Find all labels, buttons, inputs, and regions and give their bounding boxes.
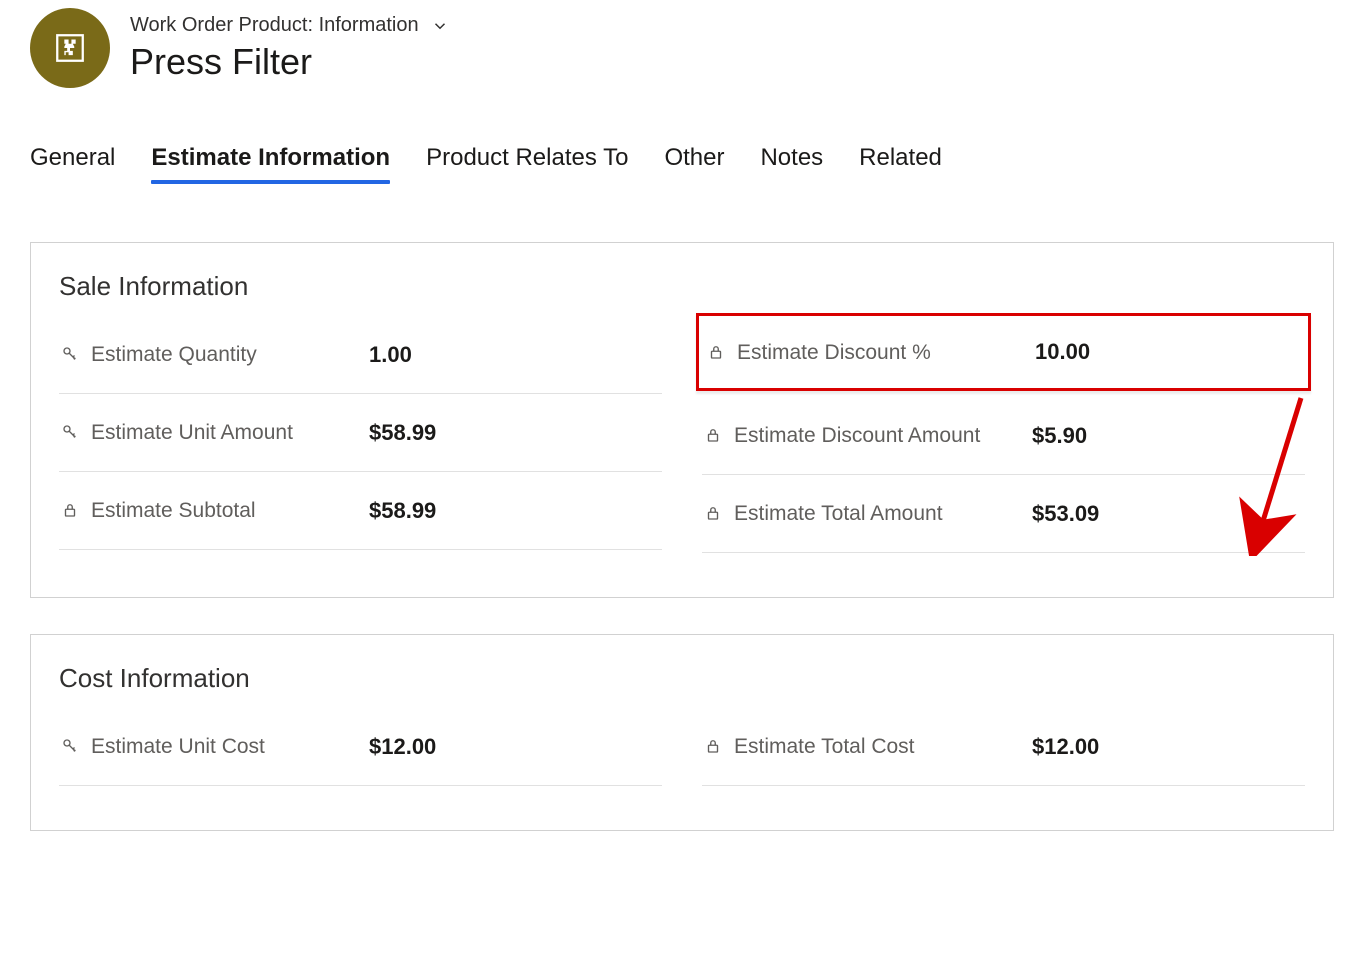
form-tabs: General Estimate Information Product Rel… (30, 144, 1334, 182)
field-estimate-discount-percent: Estimate Discount % 10.00 (696, 313, 1311, 391)
section-sale-information: Sale Information Estimate Quantity 1.00 (30, 242, 1334, 598)
chevron-down-icon[interactable] (431, 17, 449, 35)
field-label: Estimate Quantity (91, 341, 257, 369)
field-estimate-total-cost: Estimate Total Cost $12.00 (702, 708, 1305, 786)
entity-icon (30, 8, 110, 88)
tab-product-relates-to[interactable]: Product Relates To (426, 144, 628, 182)
tab-related[interactable]: Related (859, 144, 942, 182)
field-value: 10.00 (1025, 339, 1090, 365)
tab-general[interactable]: General (30, 144, 115, 182)
field-label: Estimate Discount Amount (734, 422, 980, 450)
field-label: Estimate Unit Amount (91, 419, 293, 447)
field-estimate-subtotal: Estimate Subtotal $58.99 (59, 472, 662, 550)
field-value: $58.99 (359, 420, 436, 446)
field-label: Estimate Unit Cost (91, 733, 265, 761)
field-estimate-quantity[interactable]: Estimate Quantity 1.00 (59, 316, 662, 394)
field-estimate-total-amount: Estimate Total Amount $53.09 (702, 475, 1305, 553)
section-title: Cost Information (59, 663, 1305, 694)
field-value: $12.00 (1022, 734, 1099, 760)
lock-icon (702, 733, 724, 755)
section-title: Sale Information (59, 271, 1305, 302)
lock-icon (59, 497, 81, 519)
tab-estimate-information[interactable]: Estimate Information (151, 144, 390, 182)
field-label: Estimate Discount % (737, 339, 931, 367)
form-selector-label[interactable]: Work Order Product: Information (130, 14, 419, 37)
field-value: $12.00 (359, 734, 436, 760)
tab-other[interactable]: Other (664, 144, 724, 182)
lock-icon (702, 500, 724, 522)
field-label: Estimate Total Amount (734, 500, 943, 528)
record-header: Work Order Product: Information Press Fi… (30, 0, 1334, 88)
field-estimate-unit-cost[interactable]: Estimate Unit Cost $12.00 (59, 708, 662, 786)
field-label: Estimate Total Cost (734, 733, 915, 761)
key-icon (59, 341, 81, 363)
tab-notes[interactable]: Notes (760, 144, 823, 182)
field-value: $58.99 (359, 498, 436, 524)
section-cost-information: Cost Information Estimate Unit Cost $12.… (30, 634, 1334, 831)
field-estimate-unit-amount[interactable]: Estimate Unit Amount $58.99 (59, 394, 662, 472)
lock-icon (702, 422, 724, 444)
field-value: $53.09 (1022, 501, 1099, 527)
lock-icon (705, 339, 727, 361)
record-title: Press Filter (130, 41, 449, 83)
field-estimate-discount-amount: Estimate Discount Amount $5.90 (702, 397, 1305, 475)
key-icon (59, 419, 81, 441)
field-label: Estimate Subtotal (91, 497, 256, 525)
key-icon (59, 733, 81, 755)
field-value: $5.90 (1022, 423, 1087, 449)
field-value: 1.00 (359, 342, 412, 368)
